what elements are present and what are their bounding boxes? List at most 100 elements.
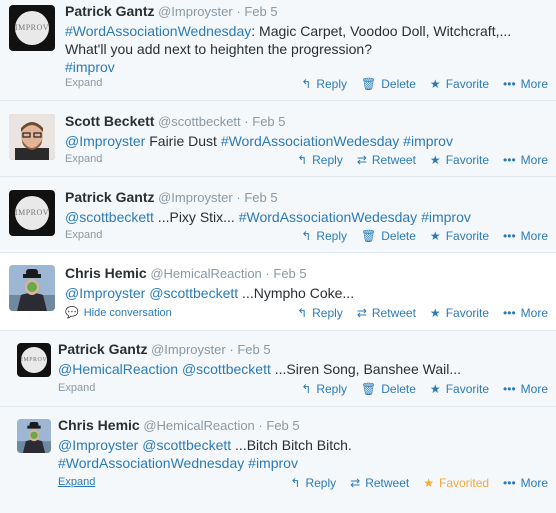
more-button[interactable]: ••• More <box>503 382 548 396</box>
favorite-button[interactable]: ★ Favorite <box>430 229 489 243</box>
mention-link[interactable]: @scottbeckett <box>65 209 154 225</box>
hashtag-link[interactable]: #improv <box>65 59 115 75</box>
star-icon: ★ <box>429 382 441 396</box>
favorite-button[interactable]: ★ Favorite <box>430 153 489 167</box>
mention-link[interactable]: @scottbeckett <box>149 285 238 301</box>
star-icon: ★ <box>423 476 435 490</box>
author-username[interactable]: @HemicalReaction <box>150 266 261 281</box>
author-username[interactable]: @scottbeckett <box>158 114 241 129</box>
trash-icon: 🗑 <box>361 382 377 396</box>
reply-button[interactable]: ↰ Reply <box>301 382 347 396</box>
avatar-hemicalreaction[interactable] <box>17 419 51 453</box>
avatar-improyster[interactable]: IMPROV <box>9 190 55 236</box>
retweet-button[interactable]: ⇄ Retweet <box>350 476 409 490</box>
retweet-icon: ⇄ <box>356 306 367 320</box>
author-username[interactable]: @Improyster <box>158 190 233 205</box>
author-fullname[interactable]: Patrick Gantz <box>65 189 154 205</box>
expand-link[interactable]: Expand <box>58 382 95 394</box>
avatar-improyster[interactable]: IMPROV <box>9 5 55 51</box>
tweet-timestamp[interactable]: Feb 5 <box>237 342 270 357</box>
hashtag-link[interactable]: #WordAssociationWednesday <box>65 23 251 39</box>
expand-link[interactable]: Expand <box>65 229 102 241</box>
tweet-timestamp[interactable]: Feb 5 <box>266 418 299 433</box>
more-button[interactable]: ••• More <box>503 229 548 243</box>
author-username[interactable]: @HemicalReaction <box>143 418 254 433</box>
tweet-timestamp[interactable]: Feb 5 <box>244 4 277 19</box>
hashtag-link[interactable]: #improv <box>403 133 453 149</box>
favorite-button[interactable]: ★ Favorite <box>430 306 489 320</box>
trash-icon: 🗑 <box>361 77 377 91</box>
avatar-hemicalreaction[interactable] <box>9 265 55 311</box>
tweet-2: Scott Beckett @scottbeckett · Feb 5 @Imp… <box>0 101 556 177</box>
time-separator: · <box>265 266 270 281</box>
tweet-text: #WordAssociationWednesday: Magic Carpet,… <box>65 23 512 75</box>
hashtag-link[interactable]: #improv <box>421 209 471 225</box>
author-fullname[interactable]: Patrick Gantz <box>65 3 154 19</box>
tweet-header: Patrick Gantz @Improyster · Feb 5 <box>65 3 550 20</box>
mention-link[interactable]: @scottbeckett <box>142 437 231 453</box>
reply-button[interactable]: ↰ Reply <box>297 306 343 320</box>
favorite-button[interactable]: ★ Favorite <box>430 382 489 396</box>
more-button[interactable]: ••• More <box>503 153 548 167</box>
more-button[interactable]: ••• More <box>503 476 548 490</box>
avatar-scottbeckett[interactable] <box>9 114 55 160</box>
author-fullname[interactable]: Patrick Gantz <box>58 341 147 357</box>
retweet-button[interactable]: ⇄ Retweet <box>357 306 416 320</box>
author-fullname[interactable]: Scott Beckett <box>65 113 154 129</box>
reply-icon: ↰ <box>297 306 308 320</box>
hashtag-link[interactable]: #improv <box>248 455 298 471</box>
tweet-6: Chris Hemic @HemicalReaction · Feb 5 @Im… <box>0 407 556 513</box>
author-fullname[interactable]: Chris Hemic <box>65 265 147 281</box>
tweet-timestamp[interactable]: Feb 5 <box>244 190 277 205</box>
tweet-header: Chris Hemic @HemicalReaction · Feb 5 <box>58 417 550 434</box>
speech-bubble-icon: 💬 <box>65 307 79 319</box>
mention-link[interactable]: @Improyster <box>65 285 145 301</box>
delete-button[interactable]: 🗑 Delete <box>361 382 416 396</box>
expand-link[interactable]: Expand <box>58 476 95 488</box>
hashtag-link[interactable]: #WordAssociationWedesday <box>221 133 399 149</box>
tweet-actions: ↰ Reply ⇄ Retweet ★ Favorite ••• More <box>283 153 548 167</box>
retweet-button[interactable]: ⇄ Retweet <box>357 153 416 167</box>
favorite-button[interactable]: ★ Favorite <box>430 77 489 91</box>
tweet-timestamp[interactable]: Feb 5 <box>273 266 306 281</box>
author-fullname[interactable]: Chris Hemic <box>58 417 140 433</box>
delete-button[interactable]: 🗑 Delete <box>361 229 416 243</box>
star-icon: ★ <box>429 229 441 243</box>
tweet-text: @Improyster @scottbeckett ...Nympho Coke… <box>65 285 355 301</box>
reply-icon: ↰ <box>290 476 301 490</box>
tweet-timestamp[interactable]: Feb 5 <box>252 114 285 129</box>
ellipsis-icon: ••• <box>503 306 516 320</box>
author-username[interactable]: @Improyster <box>151 342 226 357</box>
mention-link[interactable]: @Improyster <box>58 437 138 453</box>
avatar-photo <box>9 265 55 311</box>
hashtag-link[interactable]: #WordAssociationWednesday <box>58 455 244 471</box>
author-username[interactable]: @Improyster <box>158 4 233 19</box>
tweet-3: IMPROV Patrick Gantz @Improyster · Feb 5… <box>0 177 556 253</box>
favorited-button[interactable]: ★ Favorited <box>423 476 489 490</box>
ellipsis-icon: ••• <box>503 77 516 91</box>
tweet-header: Patrick Gantz @Improyster · Feb 5 <box>65 189 550 206</box>
avatar-improyster[interactable]: IMPROV <box>17 343 51 377</box>
expand-link[interactable]: Expand <box>65 153 102 165</box>
hashtag-link[interactable]: #WordAssociationWedesday <box>239 209 417 225</box>
tweet-4: Chris Hemic @HemicalReaction · Feb 5 @Im… <box>0 253 556 331</box>
delete-button[interactable]: 🗑 Delete <box>361 77 416 91</box>
mention-link[interactable]: @Improyster <box>65 133 145 149</box>
reply-icon: ↰ <box>301 77 312 91</box>
tweet-actions: ↰ Reply 🗑 Delete ★ Favorite ••• More <box>287 77 548 91</box>
reply-button[interactable]: ↰ Reply <box>290 476 336 490</box>
mention-link[interactable]: @scottbeckett <box>182 361 271 377</box>
expand-link[interactable]: Expand <box>65 77 102 89</box>
reply-icon: ↰ <box>301 382 312 396</box>
more-button[interactable]: ••• More <box>503 77 548 91</box>
tweet-text: @HemicalReaction @scottbeckett ...Siren … <box>58 361 461 377</box>
more-button[interactable]: ••• More <box>503 306 548 320</box>
reply-button[interactable]: ↰ Reply <box>301 77 347 91</box>
tweet-text: @Improyster Fairie Dust #WordAssociation… <box>65 133 453 149</box>
mention-link[interactable]: @HemicalReaction <box>58 361 178 377</box>
hide-conversation-link[interactable]: 💬 Hide conversation <box>65 306 172 320</box>
time-separator: · <box>244 114 249 129</box>
reply-button[interactable]: ↰ Reply <box>297 153 343 167</box>
tweet-actions: ↰ Reply 🗑 Delete ★ Favorite ••• More <box>287 229 548 243</box>
reply-button[interactable]: ↰ Reply <box>301 229 347 243</box>
